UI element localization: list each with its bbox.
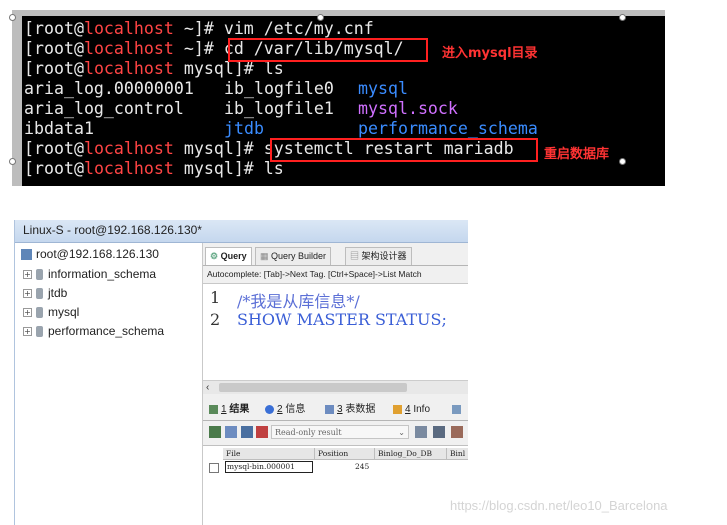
database-icon	[36, 307, 43, 319]
scroll-left-icon[interactable]: ‹	[206, 381, 209, 394]
tab-query-builder[interactable]: ▦ Query Builder	[255, 247, 332, 265]
tab-schema-designer[interactable]: ▤ 架构设计器	[345, 247, 412, 265]
database-icon	[36, 288, 43, 300]
column-header-file[interactable]: File	[223, 448, 315, 460]
row-checkbox[interactable]	[209, 463, 219, 473]
chevron-down-icon: ⌄	[398, 428, 405, 437]
tree-item-mysql[interactable]: + mysql	[23, 305, 79, 323]
restart-highlight-box	[270, 138, 538, 162]
autocomplete-hint: Autocomplete: [Tab]->Next Tag. [Ctrl+Spa…	[207, 269, 422, 279]
save-icon[interactable]	[415, 426, 427, 438]
tab-result[interactable]: 1 结果	[209, 401, 249, 418]
column-header-binlog-ignore-db[interactable]: Binl	[447, 448, 468, 460]
export-icon[interactable]	[209, 426, 221, 438]
expand-icon[interactable]: +	[23, 270, 32, 280]
terminal-line-4-col3: mysql	[358, 79, 408, 98]
expand-icon[interactable]: +	[23, 327, 32, 337]
terminal-line-5: aria_log_control	[24, 99, 184, 118]
resize-handle[interactable]	[9, 14, 16, 21]
cell-position[interactable]: 245	[355, 461, 369, 473]
terminal-line-5-col2: ib_logfile1	[224, 99, 334, 118]
expand-icon[interactable]: +	[23, 308, 32, 318]
query-icon: ⚙	[210, 251, 219, 261]
tree-item-jtdb[interactable]: + jtdb	[23, 286, 67, 304]
terminal-line-6-col2: jtdb	[224, 119, 264, 138]
line-number: 2	[210, 310, 221, 329]
terminal-line-3: [root@localhost mysql]# ls	[24, 59, 284, 78]
terminal-line-1: [root@localhost ~]# vim /etc/my.cnf	[24, 19, 374, 38]
tab-query[interactable]: ⚙ Query	[205, 247, 252, 265]
info-chart-icon	[393, 404, 402, 414]
resize-handle[interactable]	[619, 158, 626, 165]
info-icon	[265, 404, 274, 414]
builder-icon: ▦	[260, 251, 269, 261]
horizontal-scrollbar[interactable]: ‹	[203, 380, 468, 394]
cd-annotation: 进入mysql目录	[442, 46, 538, 61]
query-tabs: ⚙ Query ▦ Query Builder ▤ 架构设计器	[203, 245, 468, 266]
tab-info[interactable]: 4 Info	[393, 401, 430, 418]
cell-highlight-box	[225, 461, 313, 473]
expand-icon[interactable]: +	[23, 289, 32, 299]
text-view-icon[interactable]	[256, 426, 268, 438]
result-grid-icon	[209, 404, 218, 414]
tab-messages[interactable]: 2 信息	[265, 401, 305, 418]
resize-handle[interactable]	[9, 158, 16, 165]
result-toolbar: Read-only result ⌄	[203, 423, 468, 441]
result-tabs: 1 结果 2 信息 3 表数据 4 Info	[203, 398, 468, 421]
filter-icon[interactable]	[451, 426, 463, 438]
history-icon	[452, 404, 461, 414]
tree-item-information-schema[interactable]: + information_schema	[23, 267, 156, 285]
terminal-line-6-col3: performance_schema	[358, 119, 538, 138]
restart-annotation: 重启数据库	[544, 147, 610, 162]
terminal: [root@localhost ~]# vim /etc/my.cnf [roo…	[22, 16, 665, 186]
tree-root-connection[interactable]: root@192.168.126.130	[21, 247, 159, 265]
resize-handle[interactable]	[619, 14, 626, 21]
terminal-line-4: aria_log.00000001	[24, 79, 194, 98]
tree-item-performance-schema[interactable]: + performance_schema	[23, 324, 164, 342]
window-titlebar[interactable]: Linux-S - root@192.168.126.130*	[15, 220, 468, 243]
schema-icon: ▤	[350, 251, 360, 261]
cd-highlight-box	[228, 38, 428, 62]
terminal-line-5-col3: mysql.sock	[358, 99, 458, 118]
window-title: Linux-S - root@192.168.126.130*	[23, 223, 202, 237]
tab-more[interactable]	[452, 401, 464, 418]
object-browser: root@192.168.126.130 + information_schema…	[15, 243, 203, 525]
comment-line: /*我是从库信息*/	[237, 292, 360, 311]
column-header-binlog-do-db[interactable]: Binlog_Do_DB	[375, 448, 447, 460]
table-icon	[325, 404, 334, 414]
query-area: ⚙ Query ▦ Query Builder ▤ 架构设计器 Autocomp…	[203, 243, 468, 525]
result-mode-select[interactable]: Read-only result ⌄	[271, 425, 409, 439]
database-icon	[36, 326, 43, 338]
tab-table-data[interactable]: 3 表数据	[325, 401, 375, 418]
sql-editor[interactable]: 1 /*我是从库信息*/ 2 SHOW MASTER STATUS;	[203, 283, 468, 381]
copy-icon[interactable]	[225, 426, 237, 438]
terminal-line-8: [root@localhost mysql]# ls	[24, 159, 284, 178]
terminal-screenshot: [root@localhost ~]# vim /etc/my.cnf [roo…	[12, 10, 665, 186]
column-header-position[interactable]: Position	[315, 448, 375, 460]
result-grid: File Position Binlog_Do_DB Binl mysql-bi…	[203, 445, 468, 525]
terminal-line-4-col2: ib_logfile0	[224, 79, 334, 98]
terminal-line-6: ibdata1	[24, 119, 94, 138]
line-number: 1	[210, 288, 221, 307]
database-icon	[36, 269, 43, 281]
resize-handle[interactable]	[317, 14, 324, 21]
sql-statement: SHOW MASTER STATUS;	[237, 310, 447, 329]
scroll-thumb[interactable]	[219, 383, 407, 392]
grid-view-icon[interactable]	[241, 426, 253, 438]
sql-client-window: Linux-S - root@192.168.126.130* root@192…	[14, 220, 468, 525]
refresh-icon[interactable]	[433, 426, 445, 438]
watermark: https://blog.csdn.net/leo10_Barcelona	[450, 498, 668, 513]
server-icon	[21, 249, 32, 261]
